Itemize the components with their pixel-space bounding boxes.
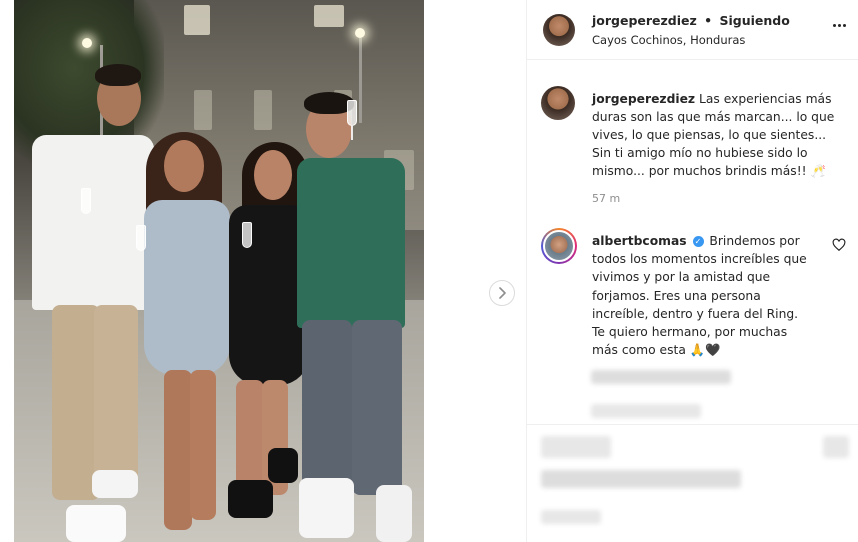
- author-username[interactable]: jorgeperezdiez: [592, 13, 697, 28]
- more-options-icon[interactable]: [833, 24, 846, 27]
- post-location[interactable]: Cayos Cochinos, Honduras: [592, 33, 745, 47]
- obscured-content: [541, 436, 611, 458]
- heart-icon[interactable]: [832, 238, 846, 252]
- obscured-content: [823, 436, 849, 458]
- chevron-right-icon: [499, 287, 506, 299]
- post-sidebar: jorgeperezdiez • Siguiendo Cayos Cochino…: [526, 0, 858, 542]
- verified-badge-icon: ✓: [692, 236, 704, 247]
- obscured-content: [591, 370, 731, 384]
- obscured-content: [541, 510, 601, 524]
- post-header: jorgeperezdiez • Siguiendo Cayos Cochino…: [527, 0, 858, 60]
- obscured-content: [541, 470, 741, 488]
- caption-body: jorgeperezdiez Las experiencias más dura…: [592, 90, 837, 180]
- post-media: [0, 0, 526, 542]
- commenter-avatar[interactable]: [541, 228, 577, 264]
- author-avatar[interactable]: [543, 14, 575, 46]
- caption-author-username[interactable]: jorgeperezdiez: [592, 92, 695, 106]
- follow-status-button[interactable]: Siguiendo: [720, 13, 790, 28]
- comment-body: albertbcomas ✓ Brindemos por todos los m…: [592, 232, 812, 359]
- header-separator: •: [704, 13, 713, 28]
- caption-timestamp[interactable]: 57 m: [592, 192, 620, 205]
- commenter-username[interactable]: albertbcomas: [592, 234, 687, 248]
- divider: [527, 424, 858, 425]
- header-user-line: jorgeperezdiez • Siguiendo: [592, 13, 790, 28]
- caption-author-avatar[interactable]: [541, 86, 575, 120]
- street-lamp: [82, 38, 92, 48]
- obscured-content: [591, 404, 701, 418]
- comment-text: Brindemos por todos los momentos increíb…: [592, 234, 807, 358]
- street-lamp: [355, 28, 365, 38]
- post-photo[interactable]: [14, 0, 424, 542]
- next-photo-button[interactable]: [489, 280, 515, 306]
